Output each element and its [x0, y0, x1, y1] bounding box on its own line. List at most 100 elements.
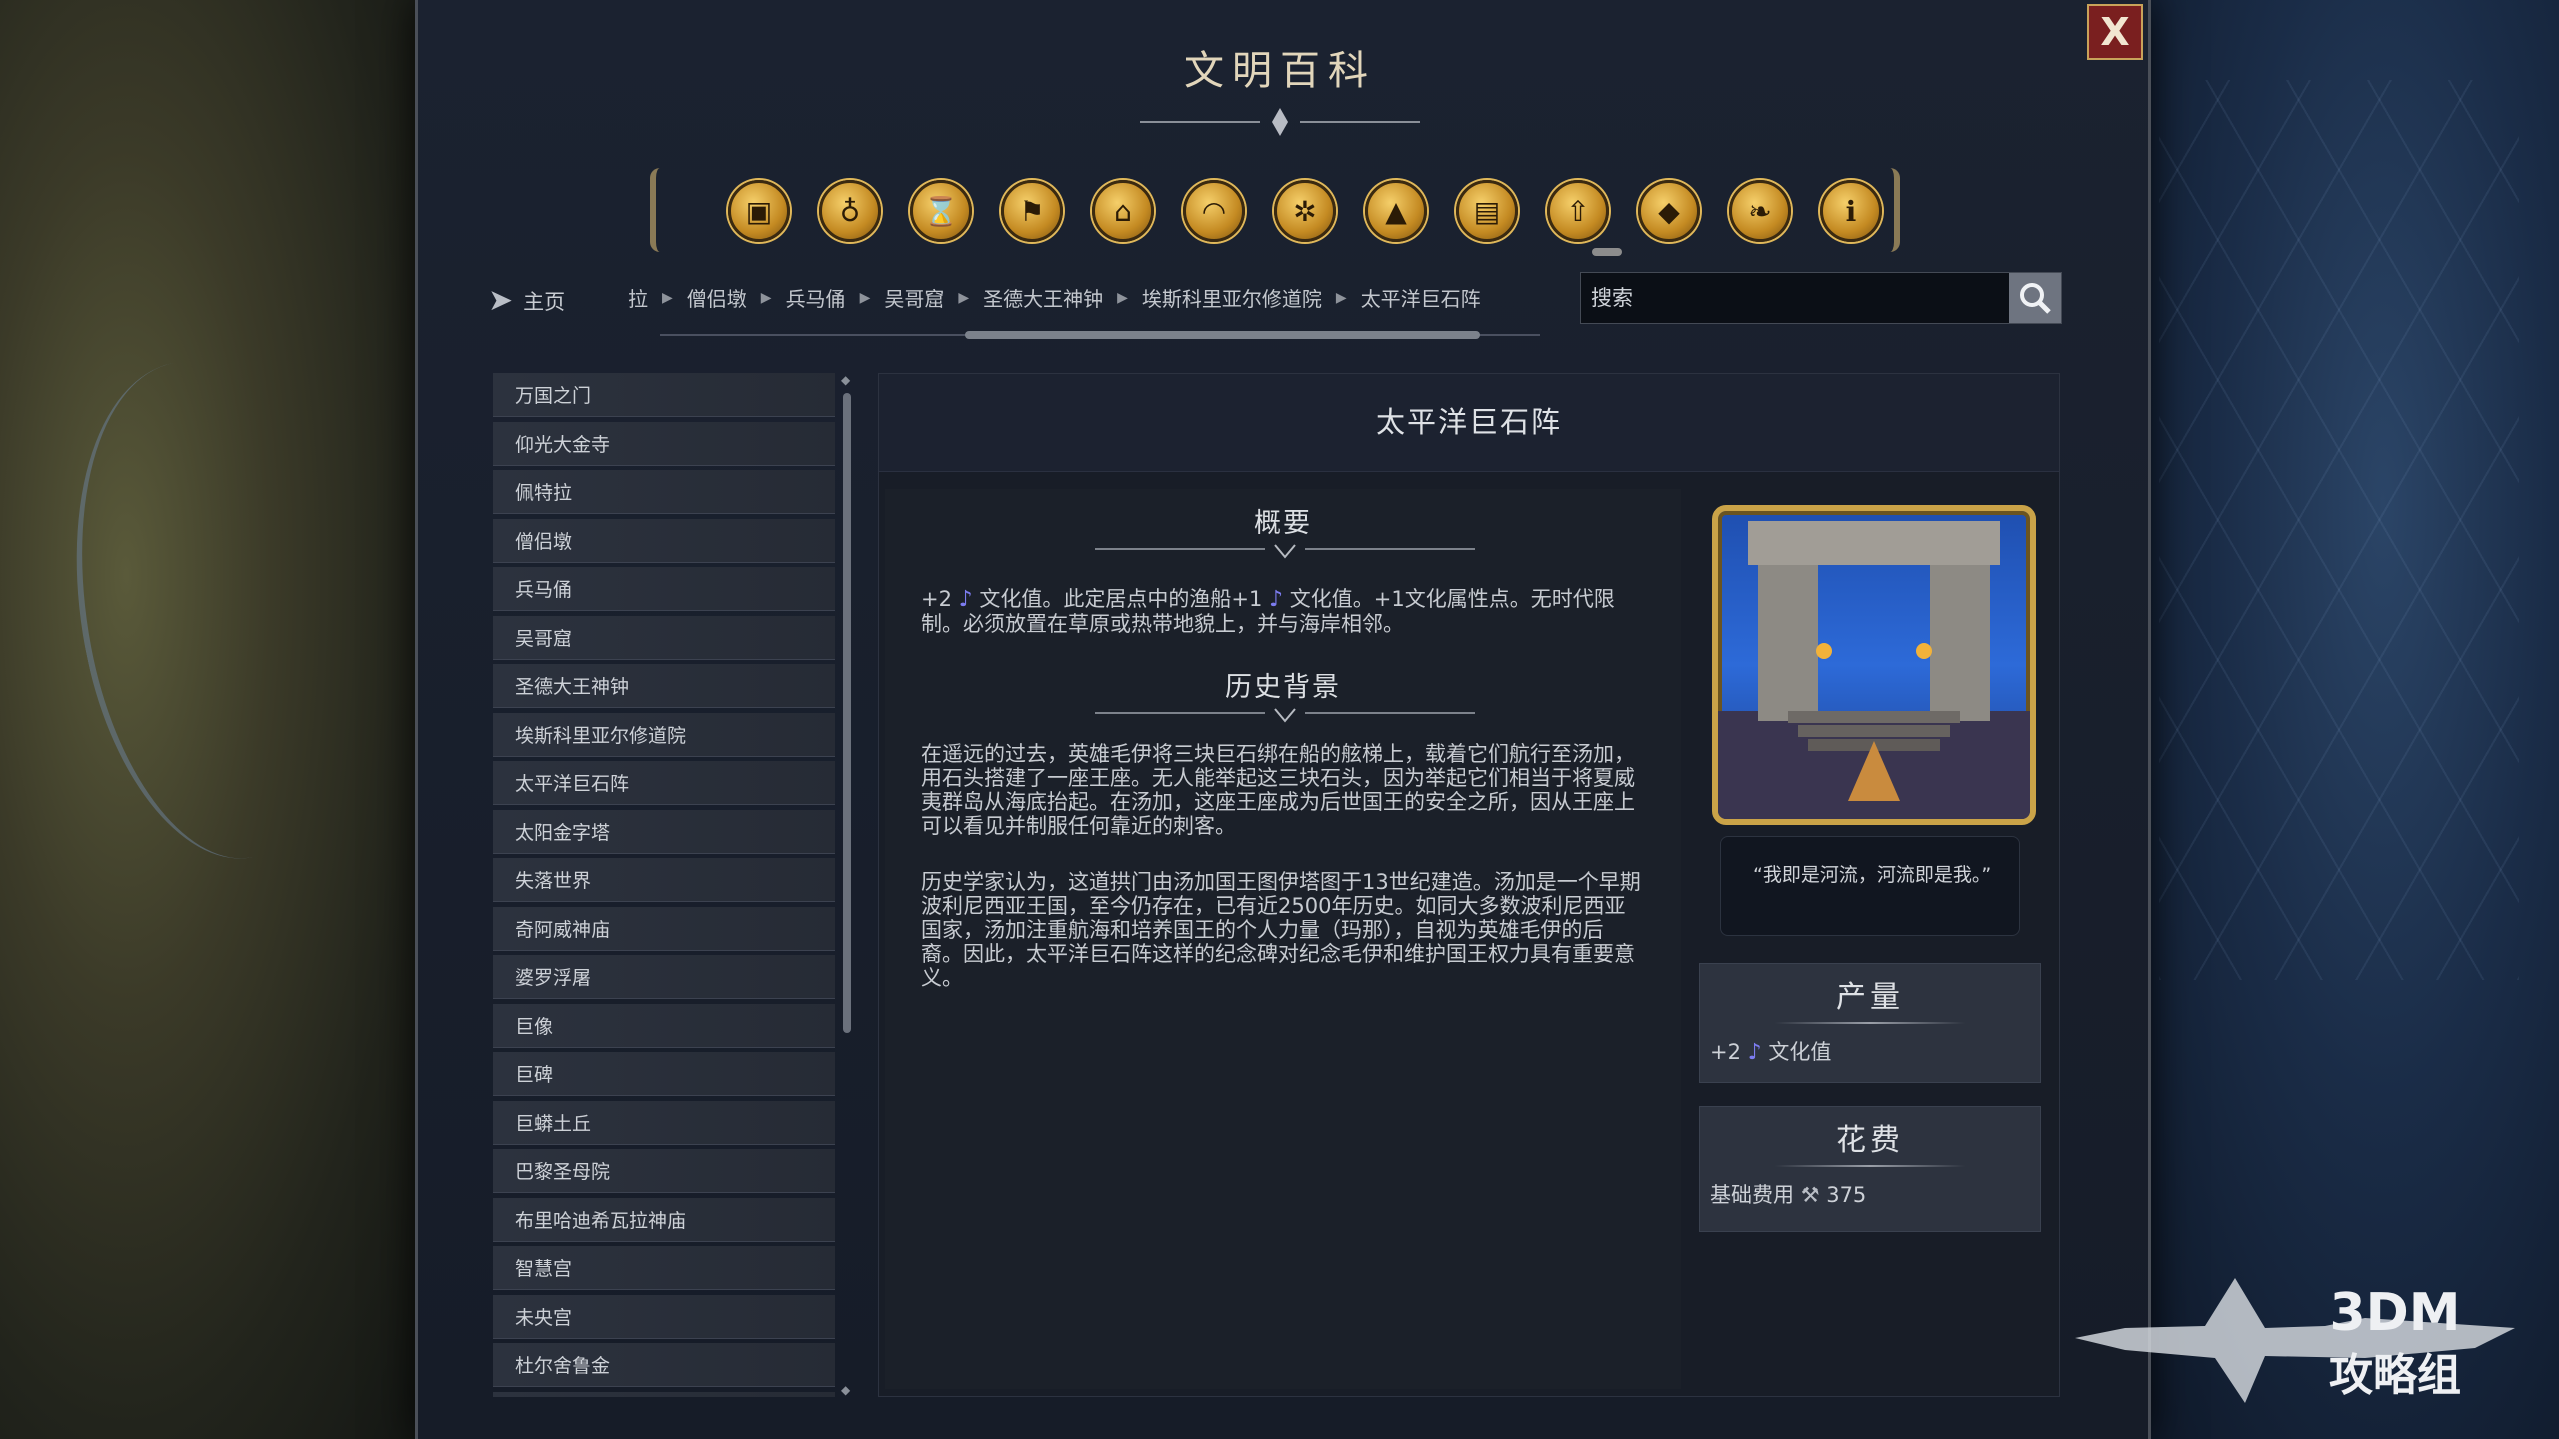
stone-arch-image: [1718, 521, 2030, 819]
hourglass-icon[interactable]: ⌛: [910, 180, 972, 242]
breadcrumb-separator-icon: ▶: [859, 289, 871, 306]
home-label: 主页: [523, 289, 566, 314]
list-item[interactable]: 太平洋巨石阵: [493, 761, 835, 805]
breadcrumb-scroll-thumb[interactable]: [965, 331, 1480, 339]
history-ornament: [1095, 708, 1475, 723]
yield-row: +2 ♪ 文化值: [1700, 1024, 2040, 1078]
cost-label: 基础费用: [1710, 1183, 1794, 1207]
yield-value: +2: [1710, 1040, 1741, 1064]
list-item[interactable]: 万国之门: [493, 373, 835, 417]
category-selected-indicator: [1592, 248, 1622, 256]
detail-text-column: 概要 +2 ♪ 文化值。此定居点中的渔船+1 ♪ 文化值。+1文化属性点。无时代…: [885, 489, 1681, 1389]
temple-icon[interactable]: ⌂: [1092, 180, 1154, 242]
breadcrumb-separator-icon: ▶: [662, 289, 673, 306]
back-arrow-icon: ➤: [488, 283, 514, 318]
goblet-icon[interactable]: ♁: [819, 180, 881, 242]
list-item[interactable]: 佩特拉: [493, 470, 835, 514]
culture-note-icon: ♪: [1747, 1040, 1762, 1065]
breadcrumb-item[interactable]: 拉: [628, 283, 648, 312]
summary-culture-value: +2: [921, 587, 952, 611]
breadcrumb-item[interactable]: 圣德大王神钟: [983, 283, 1103, 312]
breadcrumb-item[interactable]: 僧侣墩: [687, 283, 747, 312]
search-button[interactable]: [2009, 273, 2061, 323]
list-item[interactable]: 吴哥窟: [493, 615, 835, 660]
search-input[interactable]: [1581, 273, 2009, 323]
list-item[interactable]: 太阳金字塔: [493, 809, 835, 854]
history-paragraph-2: 历史学家认为，这道拱门由汤加国王图伊塔图于13世纪建造。汤加是一个早期波利尼西亚…: [921, 870, 1641, 990]
summary-ornament: [1095, 544, 1475, 559]
summary-text: +2 ♪ 文化值。此定居点中的渔船+1 ♪ 文化值。+1文化属性点。无时代限制。…: [921, 587, 1641, 636]
cost-value: 375: [1826, 1183, 1867, 1207]
cost-box: 花费 基础费用 ⚒ 375: [1699, 1106, 2041, 1232]
home-link[interactable]: ➤ 主页: [488, 283, 565, 318]
search-box: [1580, 272, 2062, 324]
breadcrumb-item[interactable]: 太平洋巨石阵: [1361, 283, 1481, 312]
breadcrumb-item[interactable]: 吴哥窟: [884, 283, 944, 312]
list-item[interactable]: 奇阿威神庙: [493, 906, 835, 951]
list-item[interactable]: 巨像: [493, 1003, 835, 1048]
list-item[interactable]: 未央宫: [493, 1294, 835, 1339]
world-map-right: [2119, 0, 2559, 1439]
list-item[interactable]: 仰光大金寺: [493, 421, 835, 466]
diamond-icon[interactable]: ◆: [1638, 180, 1700, 242]
breadcrumb-separator-icon: ▶: [760, 289, 772, 306]
breadcrumb-item[interactable]: 埃斯科里亚尔修道院: [1142, 283, 1322, 312]
breadcrumb-scrollbar[interactable]: [660, 330, 1540, 340]
breadcrumb-item[interactable]: 兵马俑: [786, 283, 846, 312]
search-icon: [2020, 283, 2051, 314]
breadcrumb-separator-icon: ▶: [1335, 289, 1347, 306]
watermark-3dm: 3DM: [2329, 1283, 2460, 1343]
info-icon[interactable]: ℹ: [1820, 180, 1882, 242]
bird-icon[interactable]: ❧: [1729, 180, 1791, 242]
scroll-up-icon[interactable]: ◆: [841, 373, 850, 387]
title-ornament: [1140, 108, 1420, 136]
list-item[interactable]: 巨蟒土丘: [493, 1100, 835, 1145]
list-item[interactable]: 圣德大王神钟: [493, 664, 835, 708]
hammer-icon: ⚒: [1800, 1183, 1820, 1207]
history-paragraph-1: 在遥远的过去，英雄毛伊将三块巨石绑在船的舷梯上，载着它们航行至汤加，用石头搭建了…: [921, 742, 1635, 838]
cost-heading: 花费: [1836, 1123, 1904, 1158]
breadcrumb-separator-icon: ▶: [958, 289, 970, 306]
yield-box: 产量 +2 ♪ 文化值: [1699, 963, 2041, 1083]
scroll-down-icon[interactable]: ◆: [841, 1383, 850, 1397]
list-item[interactable]: 巴黎圣母院: [493, 1149, 835, 1193]
yield-label: 文化值: [1768, 1040, 1832, 1064]
window-title: 文明百科: [1184, 48, 1376, 94]
list-item[interactable]: 智慧宫: [493, 1246, 835, 1290]
culture-note-icon: ♪: [1269, 587, 1284, 612]
category-icons: ▣ ♁ ⌛ ⚑ ⌂ ◠ ✲ ▲ ▤ ⇧ ◆ ❧ ℹ: [728, 180, 1882, 242]
detail-title: 太平洋巨石阵: [879, 374, 2059, 472]
city-icon[interactable]: ▤: [1456, 180, 1518, 242]
package-icon[interactable]: ▣: [728, 180, 790, 242]
dome-icon[interactable]: ◠: [1183, 180, 1245, 242]
world-map-left: [0, 0, 420, 1439]
list-item[interactable]: 埃斯科里亚尔修道院: [493, 712, 835, 757]
breadcrumb-separator-icon: ▶: [1117, 289, 1128, 306]
close-button[interactable]: X: [2087, 4, 2143, 60]
wonder-list: 万国之门 仰光大金寺 佩特拉 僧侣墩 兵马俑 吴哥窟 圣德大王神钟 埃斯科里亚尔修道院 太平洋巨…: [493, 373, 835, 1397]
mountain-icon[interactable]: ▲: [1365, 180, 1427, 242]
flag-icon[interactable]: ⚑: [1001, 180, 1063, 242]
list-scrollbar[interactable]: ◆ ◆: [840, 373, 854, 1397]
atom-icon[interactable]: ✲: [1274, 180, 1336, 242]
cost-row: 基础费用 ⚒ 375: [1700, 1167, 2040, 1221]
yield-heading: 产量: [1836, 980, 1904, 1015]
list-item[interactable]: 婆罗浮屠: [493, 955, 835, 999]
wonder-quote: “我即是河流，河流即是我。”: [1720, 836, 2020, 936]
list-item[interactable]: 桑吉窣堵坡: [493, 1391, 835, 1397]
list-item[interactable]: 巨碑: [493, 1052, 835, 1096]
list-item[interactable]: 失落世界: [493, 858, 835, 902]
list-item[interactable]: 僧侣墩: [493, 518, 835, 563]
history-heading: 历史背景: [1225, 672, 1341, 703]
summary-fishing-text: 文化值。此定居点中的渔船+1: [979, 587, 1263, 611]
watermark-logo: 3DM 攻略组: [2075, 1278, 2515, 1403]
list-scroll-thumb[interactable]: [843, 393, 851, 1033]
watermark-guide: 攻略组: [2329, 1350, 2461, 1401]
list-item[interactable]: 兵马俑: [493, 567, 835, 611]
culture-note-icon: ♪: [958, 587, 973, 612]
list-item[interactable]: 布里哈迪希瓦拉神庙: [493, 1197, 835, 1242]
arrow-up-icon[interactable]: ⇧: [1547, 180, 1609, 242]
wonder-portrait: [1712, 505, 2036, 825]
list-item[interactable]: 杜尔舍鲁金: [493, 1343, 835, 1387]
summary-heading: 概要: [1254, 508, 1312, 539]
